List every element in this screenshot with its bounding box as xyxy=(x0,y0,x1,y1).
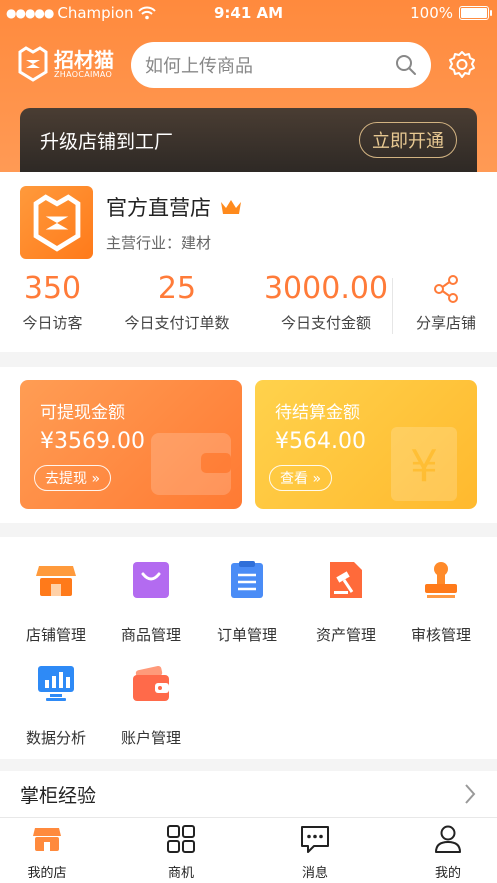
tab-label: 商机 xyxy=(167,866,194,881)
store-card: 官方直营店 主营行业：建材 350 今日访客 25 今日支付订单数 3000.0… xyxy=(0,172,497,352)
tab-my-store[interactable]: 我的店 xyxy=(7,824,87,881)
stat-amount[interactable]: 3000.00 今日支付金额 xyxy=(258,270,394,333)
grid-icon xyxy=(167,825,195,853)
withdrawable-card[interactable]: 可提现金额 ¥3569.00 去提现 » xyxy=(20,380,242,509)
upgrade-banner: 升级店铺到工厂 立即开通 xyxy=(20,108,477,172)
tab-opportunities[interactable]: 商机 xyxy=(141,824,221,881)
yuan-document-icon: ¥ xyxy=(391,427,457,501)
store-name-row: 官方直营店 xyxy=(106,192,243,222)
menu-review-management[interactable]: 审核管理 xyxy=(391,560,491,645)
search-placeholder: 如何上传商品 xyxy=(145,56,253,77)
stat-visitors[interactable]: 350 今日访客 xyxy=(5,270,100,333)
withdraw-button[interactable]: 去提现 » xyxy=(34,465,112,491)
menu-grid: 店铺管理 商品管理 订单管理 资产管理 审核管理 数据分析 账户管理 xyxy=(0,537,497,759)
bar-chart-monitor-icon xyxy=(38,666,74,701)
logo-subtitle: ZHAOCAIMAO xyxy=(54,69,113,79)
store-industry: 主营行业：建材 xyxy=(106,234,212,252)
cat-logo-icon xyxy=(18,46,48,82)
svg-text:¥: ¥ xyxy=(410,441,438,492)
app-logo: 招材猫 ZHAOCAIMAO xyxy=(18,46,114,82)
experience-section[interactable]: 掌柜经验 xyxy=(0,771,497,817)
share-icon xyxy=(434,275,458,303)
gear-icon[interactable] xyxy=(447,50,477,80)
menu-store-management[interactable]: 店铺管理 xyxy=(6,560,106,645)
activate-button[interactable]: 立即开通 xyxy=(359,122,457,158)
search-icon[interactable] xyxy=(395,54,417,76)
battery-percent: 100% xyxy=(410,4,453,22)
clipboard-icon xyxy=(231,561,263,598)
stat-label: 今日支付订单数 xyxy=(124,314,230,332)
menu-label: 订单管理 xyxy=(216,626,277,644)
logo-name: 招材猫 xyxy=(54,47,114,72)
store-icon xyxy=(33,828,61,851)
status-bar: ●●●●● Champion 9:41 AM 100% xyxy=(0,0,497,28)
menu-label: 商品管理 xyxy=(120,626,181,644)
app-header: ●●●●● Champion 9:41 AM 100% 招材猫 ZHAOCAIM… xyxy=(0,0,497,172)
user-icon xyxy=(435,825,461,853)
tab-label: 我的店 xyxy=(27,866,67,881)
stat-label: 今日访客 xyxy=(22,314,83,332)
pending-settlement-card[interactable]: 待结算金额 ¥564.00 查看 » ¥ xyxy=(255,380,477,509)
cat-logo-icon xyxy=(33,193,80,252)
menu-product-management[interactable]: 商品管理 xyxy=(101,560,201,645)
menu-label: 数据分析 xyxy=(25,729,86,747)
chevron-right-icon xyxy=(465,784,476,804)
divider xyxy=(392,278,393,334)
menu-label: 审核管理 xyxy=(410,626,471,644)
wallet-icon xyxy=(133,665,169,701)
battery-icon xyxy=(459,6,492,20)
tab-profile[interactable]: 我的 xyxy=(408,824,488,881)
wallet-icon xyxy=(151,433,231,495)
menu-label: 资产管理 xyxy=(315,626,376,644)
wallet-section: 可提现金额 ¥3569.00 去提现 » 待结算金额 ¥564.00 查看 » … xyxy=(0,367,497,523)
stat-value: 350 xyxy=(23,271,82,306)
tab-bar: 我的店 商机 消息 我的 xyxy=(0,817,497,883)
tab-label: 消息 xyxy=(301,866,328,881)
stat-value: 25 xyxy=(157,271,197,306)
stat-value: 3000.00 xyxy=(263,271,389,306)
wallet-title: 可提现金额 xyxy=(40,403,125,423)
menu-data-analysis[interactable]: 数据分析 xyxy=(6,663,106,748)
menu-label: 店铺管理 xyxy=(25,626,86,644)
menu-order-management[interactable]: 订单管理 xyxy=(197,560,297,645)
search-input[interactable]: 如何上传商品 xyxy=(131,42,431,88)
wallet-title: 待结算金额 xyxy=(275,403,360,423)
share-label: 分享店铺 xyxy=(415,314,476,332)
stamp-icon xyxy=(425,562,457,598)
today-stats: 350 今日访客 25 今日支付订单数 3000.00 今日支付金额 分享店铺 xyxy=(0,270,497,340)
message-icon xyxy=(301,826,329,853)
auction-document-icon xyxy=(330,562,362,598)
stat-label: 今日支付金额 xyxy=(280,314,371,332)
menu-label: 账户管理 xyxy=(120,729,181,747)
store-name: 官方直营店 xyxy=(106,196,211,220)
section-title: 掌柜经验 xyxy=(20,784,97,807)
tab-label: 我的 xyxy=(434,866,461,881)
menu-asset-management[interactable]: 资产管理 xyxy=(296,560,396,645)
shopping-bag-icon xyxy=(133,562,169,598)
crown-icon xyxy=(221,200,241,214)
menu-account-management[interactable]: 账户管理 xyxy=(101,663,201,748)
share-store-button[interactable]: 分享店铺 xyxy=(400,270,492,333)
upgrade-text: 升级店铺到工厂 xyxy=(40,130,174,153)
view-button[interactable]: 查看 » xyxy=(269,465,333,491)
store-icon xyxy=(36,566,76,596)
stat-orders[interactable]: 25 今日支付订单数 xyxy=(112,270,242,333)
tab-messages[interactable]: 消息 xyxy=(275,824,355,881)
store-avatar xyxy=(20,186,93,259)
